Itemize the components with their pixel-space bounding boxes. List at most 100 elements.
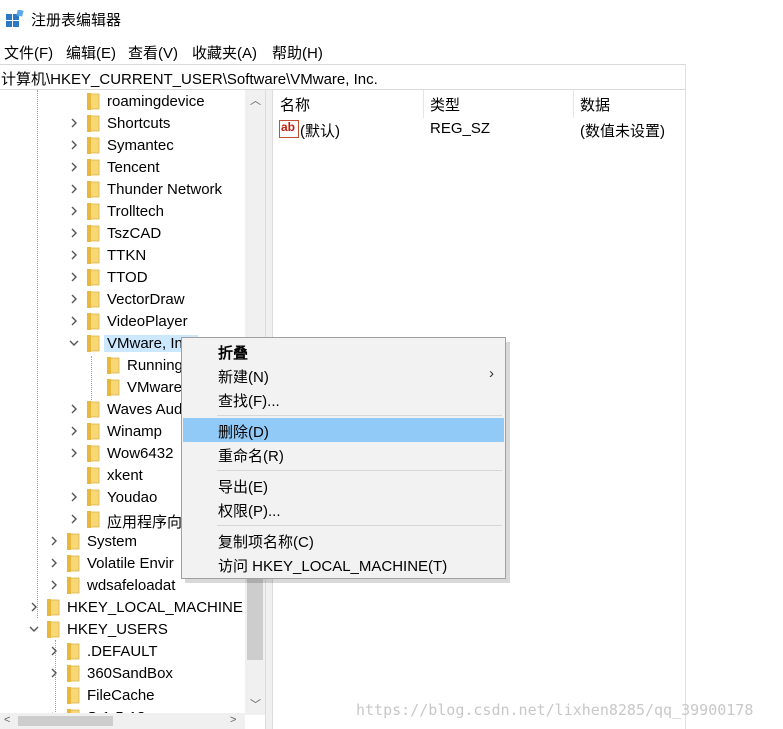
folder-icon	[87, 467, 100, 484]
ctx-label: 新建(N)	[218, 369, 269, 386]
ctx-find[interactable]: 查找(F)...	[183, 387, 504, 411]
chevron-right-icon[interactable]	[67, 402, 81, 416]
menu-file[interactable]: 文件(F)	[4, 42, 53, 63]
tree-item[interactable]: Trolltech	[0, 201, 265, 223]
folder-icon	[87, 291, 100, 308]
folder-icon	[87, 247, 100, 264]
ctx-collapse[interactable]: 折叠	[183, 339, 504, 363]
chevron-right-icon[interactable]	[47, 556, 61, 570]
chevron-right-icon[interactable]	[67, 314, 81, 328]
ctx-permissions[interactable]: 权限(P)...	[183, 497, 504, 521]
folder-icon	[87, 269, 100, 286]
menu-separator	[217, 415, 502, 416]
tree-item-label: Youdao	[107, 489, 158, 506]
folder-icon	[67, 555, 80, 572]
tree-item[interactable]: Tencent	[0, 157, 265, 179]
chevron-right-icon[interactable]	[67, 248, 81, 262]
chevron-down-icon[interactable]	[27, 622, 41, 636]
scroll-left-icon[interactable]: <	[4, 714, 10, 726]
value-name[interactable]: (默认)	[300, 120, 340, 141]
ctx-label: 查找(F)...	[218, 393, 280, 410]
chevron-right-icon[interactable]	[47, 644, 61, 658]
chevron-right-icon[interactable]	[67, 116, 81, 130]
scroll-up-icon[interactable]: ︿	[250, 92, 261, 108]
tree-item[interactable]: VectorDraw	[0, 289, 265, 311]
chevron-down-icon[interactable]	[67, 336, 81, 350]
ctx-export[interactable]: 导出(E)	[183, 473, 504, 497]
menu-edit[interactable]: 编辑(E)	[66, 42, 116, 63]
tree-hscroll-thumb[interactable]	[18, 716, 113, 726]
tree-item[interactable]: HKEY_LOCAL_MACHINE	[0, 597, 265, 619]
tree-item-label: wdsafeloadat	[87, 577, 176, 594]
tree-item-label: 360SandBox	[87, 665, 173, 682]
ctx-rename[interactable]: 重命名(R)	[183, 442, 504, 466]
tree-item[interactable]: FileCache	[0, 685, 265, 707]
menu-view[interactable]: 查看(V)	[128, 42, 178, 63]
chevron-right-icon[interactable]	[67, 138, 81, 152]
chevron-right-icon[interactable]	[67, 424, 81, 438]
tree-item[interactable]: TTKN	[0, 245, 265, 267]
table-row[interactable]: ab (默认) REG_SZ (数值未设置)	[272, 90, 686, 140]
value-type: REG_SZ	[430, 120, 491, 137]
tree-item-label: xkent	[107, 467, 143, 484]
scroll-down-icon[interactable]: ﹀	[250, 696, 261, 712]
folder-icon	[87, 335, 100, 352]
chevron-right-icon[interactable]	[67, 226, 81, 240]
folder-icon	[67, 687, 80, 704]
folder-icon	[107, 379, 120, 396]
folder-icon	[87, 181, 100, 198]
tree-item[interactable]: TszCAD	[0, 223, 265, 245]
tree-item-label: Trolltech	[107, 203, 164, 220]
tree-item[interactable]: TTOD	[0, 267, 265, 289]
folder-icon	[87, 511, 100, 528]
title-bar: 注册表编辑器	[0, 0, 783, 38]
chevron-right-icon[interactable]	[67, 204, 81, 218]
folder-icon	[87, 137, 100, 154]
tree-item-label: Thunder Network	[107, 181, 223, 198]
tree-item-label: TszCAD	[107, 225, 162, 242]
folder-icon	[87, 93, 100, 110]
chevron-right-icon[interactable]	[47, 534, 61, 548]
folder-icon	[107, 357, 120, 374]
ctx-copy-key-name[interactable]: 复制项名称(C)	[183, 528, 504, 552]
tree-item[interactable]: Thunder Network	[0, 179, 265, 201]
ctx-new[interactable]: 新建(N) ›	[183, 363, 504, 387]
tree-item[interactable]: roamingdevice	[0, 91, 265, 113]
ctx-label: 访问 HKEY_LOCAL_MACHINE(T)	[218, 558, 448, 575]
tree-item-label: .DEFAULT	[87, 643, 158, 660]
tree-item[interactable]: 360SandBox	[0, 663, 265, 685]
chevron-right-icon[interactable]	[67, 292, 81, 306]
tree-item-label: Shortcuts	[107, 115, 171, 132]
tree-horizontal-scrollbar[interactable]: < >	[0, 713, 245, 729]
tree-item[interactable]: HKEY_USERS	[0, 619, 265, 641]
tree-item[interactable]: Symantec	[0, 135, 265, 157]
tree-item-label: Symantec	[107, 137, 174, 154]
tree-item-label: Wow6432	[107, 445, 174, 462]
tree-item-label: HKEY_USERS	[67, 621, 168, 638]
menu-favorites[interactable]: 收藏夹(A)	[192, 42, 257, 63]
chevron-right-icon[interactable]	[67, 160, 81, 174]
chevron-right-icon[interactable]	[67, 512, 81, 526]
folder-icon	[47, 599, 60, 616]
registry-editor-icon	[6, 10, 24, 27]
ctx-delete[interactable]: 删除(D)	[183, 418, 504, 442]
chevron-right-icon[interactable]	[67, 270, 81, 284]
chevron-right-icon[interactable]	[67, 182, 81, 196]
chevron-right-icon[interactable]	[47, 666, 61, 680]
chevron-right-icon[interactable]	[67, 490, 81, 504]
tree-item[interactable]: Shortcuts	[0, 113, 265, 135]
tree-item[interactable]: VideoPlayer	[0, 311, 265, 333]
chevron-right-icon[interactable]	[67, 446, 81, 460]
chevron-right-icon[interactable]	[47, 578, 61, 592]
chevron-right-icon[interactable]	[27, 600, 41, 614]
tree-item[interactable]: .DEFAULT	[0, 641, 265, 663]
address-bar[interactable]: 计算机\HKEY_CURRENT_USER\Software\VMware, I…	[0, 64, 686, 90]
scroll-right-icon[interactable]: >	[230, 714, 236, 726]
folder-icon	[67, 643, 80, 660]
tree-item-label: HKEY_LOCAL_MACHINE	[67, 599, 243, 616]
window-edge	[685, 64, 686, 729]
ctx-goto-hklm[interactable]: 访问 HKEY_LOCAL_MACHINE(T)	[183, 552, 504, 576]
menu-help[interactable]: 帮助(H)	[272, 42, 323, 63]
address-path[interactable]: 计算机\HKEY_CURRENT_USER\Software\VMware, I…	[1, 68, 378, 89]
menu-bar: 文件(F) 编辑(E) 查看(V) 收藏夹(A) 帮助(H)	[0, 38, 783, 64]
